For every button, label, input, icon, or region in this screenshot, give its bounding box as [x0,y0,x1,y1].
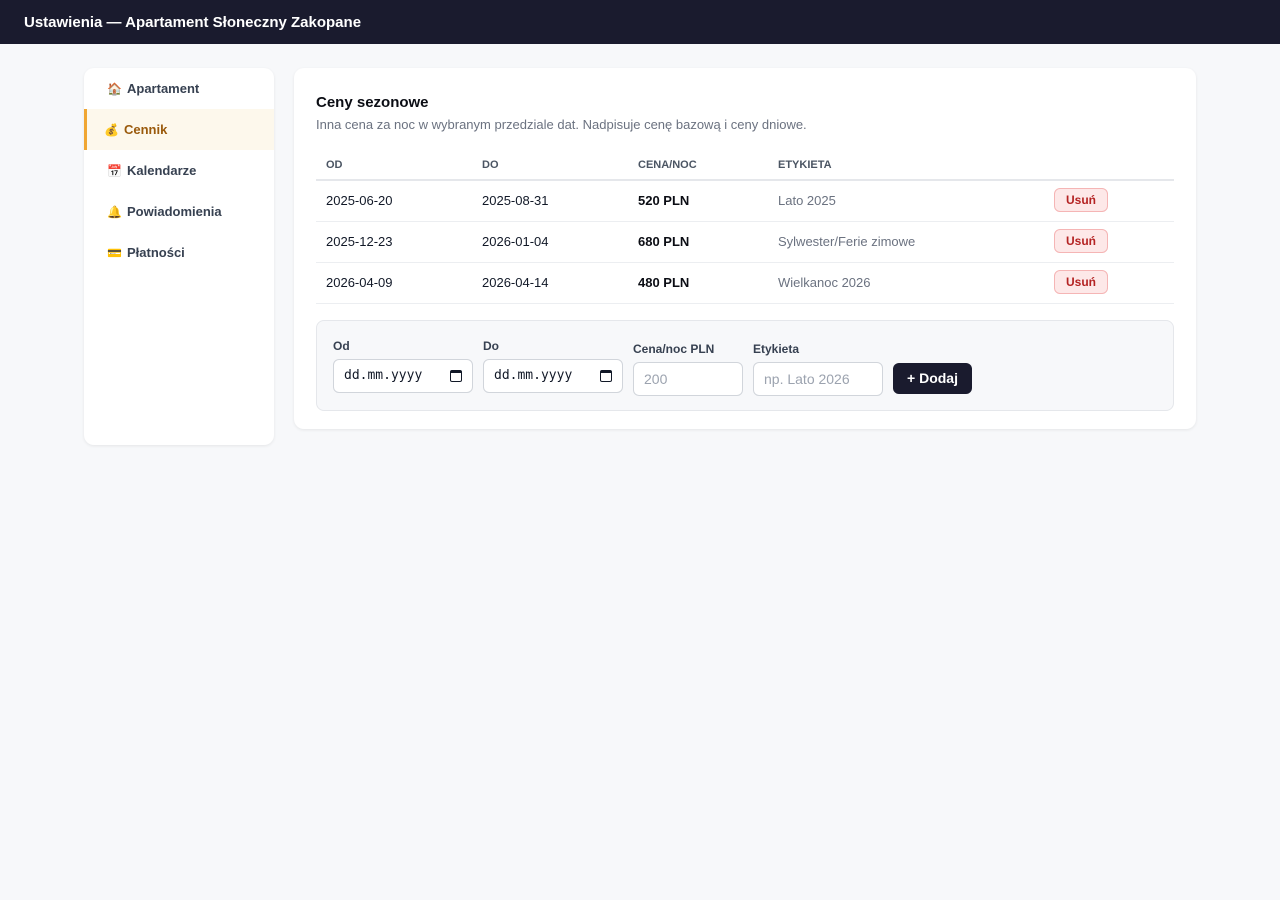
column-header-to: DO [472,150,628,181]
settings-sidebar: 🏠 Apartament 💰 Cennik 📅 Kalendarze 🔔 Pow… [84,68,274,445]
from-label: Od [333,338,350,353]
sidebar-item-label: Powiadomienia [127,204,222,219]
cell-actions: Usuń [1044,262,1174,304]
section-subtitle: Inna cena za noc w wybranym przedziale d… [316,117,807,132]
sidebar-item-kalendarze[interactable]: 📅 Kalendarze [84,150,274,191]
delete-button[interactable]: Usuń [1054,228,1108,253]
calendar-picker-icon[interactable] [450,369,462,382]
price-input[interactable]: 200 [633,361,743,396]
section-title: Ceny sezonowe [316,94,429,111]
cell-price: 680 PLN [628,221,768,263]
tag-field-group: Etykieta np. Lato 2026 [753,342,883,396]
cell-label: Wielkanoc 2026 [768,262,1044,304]
table-row: 2025-12-23 2026-01-04 680 PLN Sylwester/… [316,221,1174,263]
table-header-row: OD DO CENA/NOC ETYKIETA [316,150,1174,181]
price-placeholder: 200 [644,370,668,387]
tag-placeholder: np. Lato 2026 [764,370,850,387]
delete-button[interactable]: Usuń [1054,187,1108,212]
sidebar-item-platnosci[interactable]: 💳 Płatności [84,232,274,273]
column-header-actions [1044,150,1174,181]
cell-from: 2025-06-20 [316,180,472,222]
calendar-picker-icon[interactable] [600,369,612,382]
cell-price: 480 PLN [628,262,768,304]
cell-label: Lato 2025 [768,180,1044,222]
money-bag-icon: 💰 [104,122,119,137]
sidebar-item-apartament[interactable]: 🏠 Apartament [84,68,274,109]
cell-to: 2026-04-14 [472,262,628,304]
cell-from: 2026-04-09 [316,262,472,304]
column-header-price: CENA/NOC [628,150,768,181]
page-title: Ustawienia — Apartament Słoneczny Zakopa… [24,13,362,31]
credit-card-icon: 💳 [107,245,122,260]
from-field-group: Od dd.mm.yyyy [333,339,473,393]
sidebar-item-label: Apartament [127,81,200,96]
table-row: 2026-04-09 2026-04-14 480 PLN Wielkanoc … [316,262,1174,304]
column-header-label: ETYKIETA [768,150,1044,181]
calendar-icon: 📅 [107,163,122,178]
price-label: Cena/noc PLN [633,341,715,356]
sidebar-item-label: Cennik [124,122,168,137]
delete-button[interactable]: Usuń [1054,269,1108,294]
table-row: 2025-06-20 2025-08-31 520 PLN Lato 2025 … [316,180,1174,222]
cell-label: Sylwester/Ferie zimowe [768,221,1044,263]
add-season-button[interactable]: + Dodaj [893,362,972,394]
tag-label: Etykieta [753,341,800,356]
top-bar: Ustawienia — Apartament Słoneczny Zakopa… [0,0,1280,44]
price-field-group: Cena/noc PLN 200 [633,342,743,396]
cell-actions: Usuń [1044,221,1174,263]
cell-from: 2025-12-23 [316,221,472,263]
from-date-value: dd.mm.yyyy [344,368,423,383]
to-date-value: dd.mm.yyyy [494,368,573,383]
house-icon: 🏠 [107,81,122,96]
cell-to: 2025-08-31 [472,180,628,222]
add-season-form: Od dd.mm.yyyy Do dd.mm.yyyy Cena/noc PLN… [316,319,1174,411]
bell-icon: 🔔 [107,204,122,219]
to-label: Do [483,338,499,353]
seasonal-prices-card: Ceny sezonowe Inna cena za noc w wybrany… [294,68,1196,429]
sidebar-item-cennik[interactable]: 💰 Cennik [84,109,274,150]
from-date-input[interactable]: dd.mm.yyyy [333,358,473,393]
to-date-input[interactable]: dd.mm.yyyy [483,358,623,393]
column-header-from: OD [316,150,472,181]
sidebar-item-label: Kalendarze [127,163,197,178]
cell-price: 520 PLN [628,180,768,222]
cell-to: 2026-01-04 [472,221,628,263]
sidebar-item-label: Płatności [127,245,185,260]
sidebar-item-powiadomienia[interactable]: 🔔 Powiadomienia [84,191,274,232]
tag-input[interactable]: np. Lato 2026 [753,361,883,396]
cell-actions: Usuń [1044,180,1174,222]
to-field-group: Do dd.mm.yyyy [483,339,623,393]
seasonal-prices-table: OD DO CENA/NOC ETYKIETA 2025-06-20 2025-… [316,150,1174,304]
